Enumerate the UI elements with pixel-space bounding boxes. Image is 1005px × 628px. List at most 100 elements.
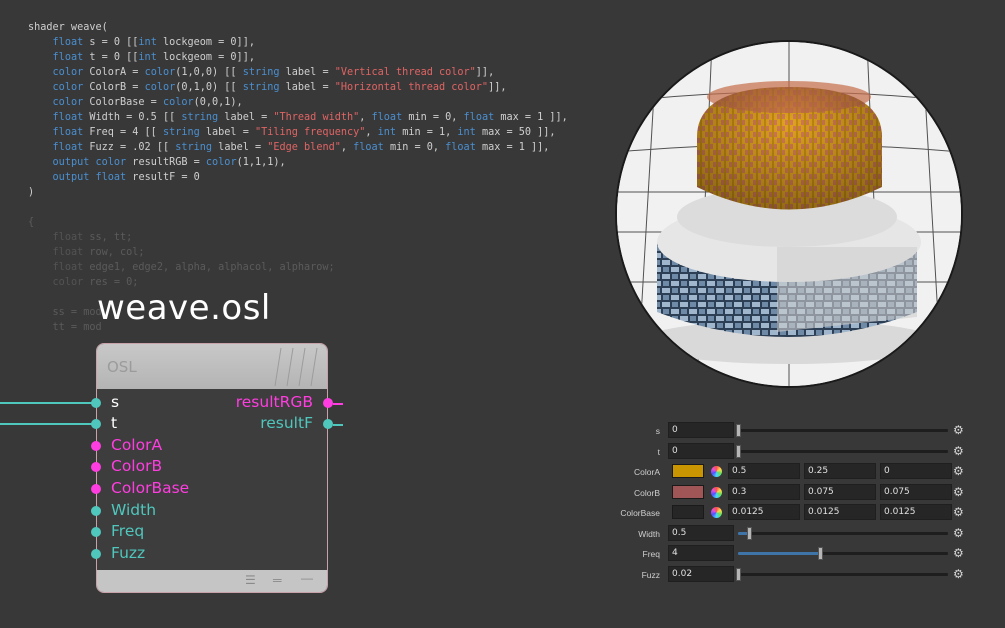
code-line: float Fuzz = .02 [[ string label = "Edge… — [28, 140, 568, 155]
code-token: output — [52, 172, 90, 183]
code-token: color — [52, 82, 84, 93]
output-label-resultf: resultF — [260, 414, 313, 432]
input-port-freq[interactable] — [91, 527, 101, 537]
code-token: Width = 0.5 [[ — [83, 112, 182, 123]
input-label-freq: Freq — [111, 522, 145, 540]
param-swatch-colorbase[interactable] — [672, 505, 704, 519]
code-line: float s = 0 [[int lockgeom = 0]], — [28, 35, 568, 50]
code-token: string — [181, 112, 219, 123]
gear-icon[interactable]: ⚙ — [953, 506, 964, 518]
node-footer: ☰ ═ — — [97, 570, 327, 592]
code-token: float — [52, 52, 84, 63]
param-label-fuzz: Fuzz — [641, 569, 660, 580]
input-port-fuzz[interactable] — [91, 549, 101, 559]
osl-logo-icon: OSL — [107, 358, 137, 376]
param-field-colora-0[interactable]: 0.5 — [728, 463, 800, 479]
code-token: color — [52, 277, 84, 288]
code-line: float Width = 0.5 [[ string label = "Thr… — [28, 110, 568, 125]
input-port-colorbase[interactable] — [91, 484, 101, 494]
gear-icon[interactable]: ⚙ — [953, 445, 964, 457]
param-field-fuzz[interactable]: 0.02 — [668, 565, 734, 582]
color-wheel-icon[interactable] — [711, 507, 722, 518]
param-field-colorbase-2[interactable]: 0.0125 — [880, 504, 952, 520]
color-wheel-icon[interactable] — [711, 466, 722, 477]
code-token: string — [242, 82, 280, 93]
param-field-colorbase-0[interactable]: 0.0125 — [728, 504, 800, 520]
code-token: float — [52, 142, 84, 153]
code-token: float — [371, 112, 403, 123]
param-slider-track-s[interactable] — [738, 429, 948, 432]
gear-icon[interactable]: ⚙ — [953, 568, 964, 580]
param-field-colora-2[interactable]: 0 — [880, 463, 952, 479]
code-token: label = — [279, 67, 335, 78]
code-token: "Horizontal thread color" — [334, 82, 489, 93]
input-port-s[interactable] — [91, 398, 101, 408]
param-label-colorbase: ColorBase — [620, 508, 660, 518]
code-token: max = 1 ]], — [475, 142, 550, 153]
param-field-colorb-1[interactable]: 0.075 — [804, 483, 876, 500]
param-swatch-colora[interactable] — [672, 464, 704, 478]
code-line: float Freq = 4 [[ string label = "Tiling… — [28, 125, 568, 140]
param-slider-handle-t[interactable] — [736, 444, 741, 458]
list-icon[interactable]: ☰ — [245, 574, 256, 586]
gear-icon[interactable]: ⚙ — [953, 527, 964, 539]
output-port-resultf[interactable] — [323, 419, 333, 429]
param-swatch-colorb[interactable] — [672, 484, 704, 499]
param-slider-track-width[interactable] — [738, 531, 948, 535]
param-field-s[interactable]: 0 — [668, 422, 734, 438]
param-label-colorb: ColorB — [634, 487, 660, 498]
param-slider-handle-fuzz[interactable] — [736, 567, 741, 581]
param-field-colorbase-1[interactable]: 0.0125 — [804, 504, 876, 520]
input-port-colora[interactable] — [91, 441, 101, 451]
param-slider-track-fuzz[interactable] — [738, 572, 948, 576]
param-field-colorb-0[interactable]: 0.3 — [728, 483, 800, 500]
color-wheel-icon[interactable] — [711, 486, 722, 498]
input-wire-s[interactable] — [0, 402, 96, 404]
param-field-width[interactable]: 0.5 — [668, 524, 734, 541]
input-wire-t[interactable] — [0, 423, 96, 425]
code-token: row, col; — [83, 247, 145, 258]
output-stub-resultrgb — [333, 403, 343, 405]
code-token: lockgeom = 0]], — [156, 52, 255, 63]
param-label-s: s — [655, 426, 660, 436]
code-token: color — [52, 97, 84, 108]
input-port-width[interactable] — [91, 506, 101, 516]
param-field-colora-1[interactable]: 0.25 — [804, 463, 876, 479]
code-token: shader weave( — [28, 22, 108, 33]
code-token: (0,1,0) [[ — [175, 82, 243, 93]
code-token: color — [144, 82, 176, 93]
param-slider-handle-s[interactable] — [736, 424, 741, 437]
collapse-icon[interactable]: ═ — [273, 574, 282, 586]
code-token: lockgeom = 0]], — [156, 37, 255, 48]
input-label-colora: ColorA — [111, 436, 163, 454]
code-line: float edge1, edge2, alpha, alphacol, alp… — [28, 260, 568, 275]
minimize-icon[interactable]: — — [301, 572, 313, 584]
code-token: (0,0,1), — [193, 97, 243, 108]
code-token: color — [52, 67, 84, 78]
param-field-t[interactable]: 0 — [668, 442, 734, 459]
param-slider-handle-width[interactable] — [747, 526, 752, 540]
input-port-t[interactable] — [91, 419, 101, 429]
param-slider-track-t[interactable] — [738, 449, 948, 453]
gear-icon[interactable]: ⚙ — [953, 465, 964, 477]
param-field-freq[interactable]: 4 — [668, 545, 734, 561]
code-line: ) — [28, 185, 568, 200]
param-slider-handle-freq[interactable] — [818, 547, 823, 560]
node-header-decoration — [274, 347, 318, 387]
gear-icon[interactable]: ⚙ — [953, 424, 964, 436]
gear-icon[interactable]: ⚙ — [953, 486, 964, 498]
param-slider-fill-freq — [738, 552, 820, 555]
gear-icon[interactable]: ⚙ — [953, 547, 964, 559]
output-port-resultrgb[interactable] — [323, 398, 333, 408]
code-token: , — [365, 127, 378, 138]
param-field-colorb-2[interactable]: 0.075 — [880, 483, 952, 500]
node-header[interactable]: OSL — [97, 344, 327, 389]
input-port-colorb[interactable] — [91, 462, 101, 472]
